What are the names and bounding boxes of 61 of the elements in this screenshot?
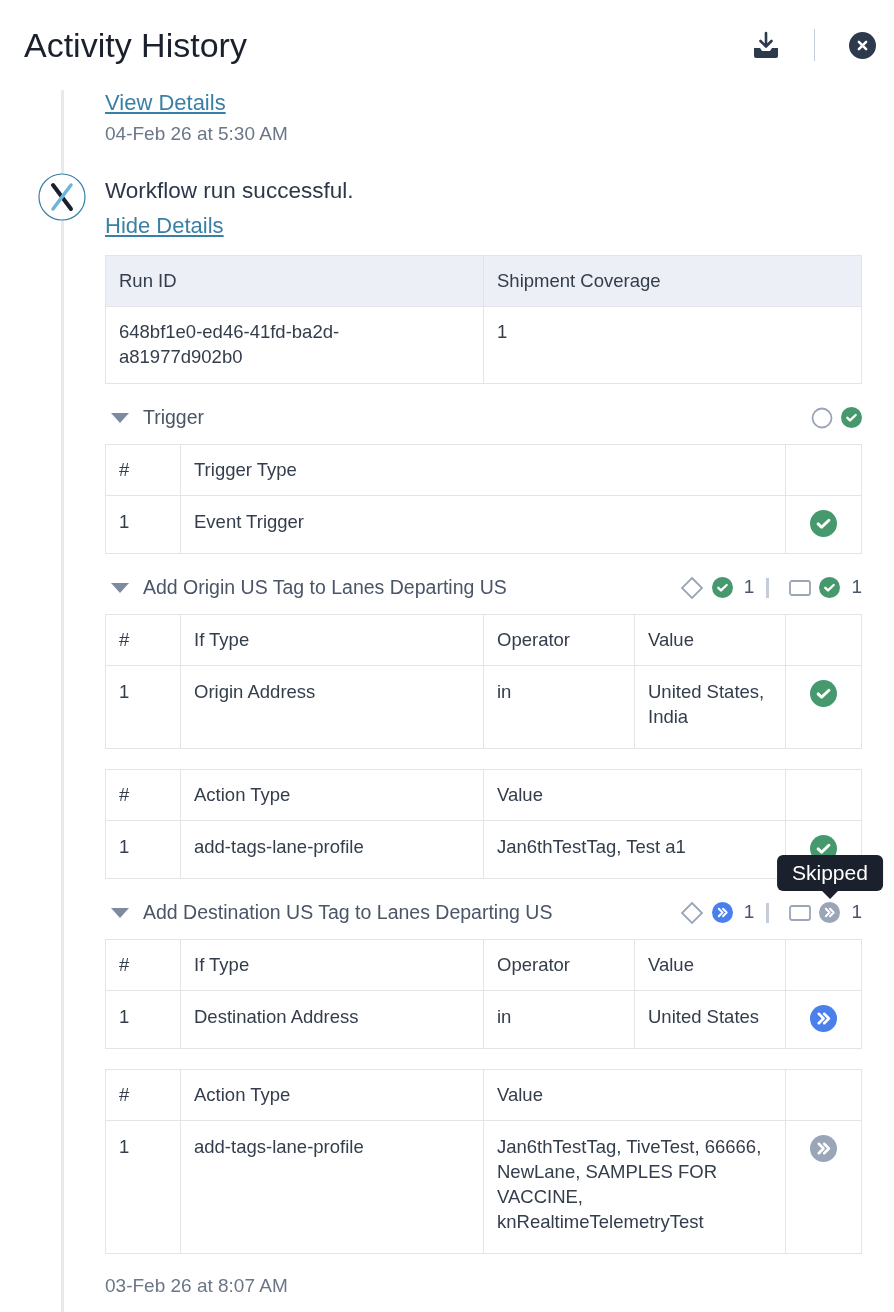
count: 1 — [743, 900, 755, 925]
section-title: Add Origin US Tag to Lanes Departing US — [143, 574, 507, 600]
table-cell: 1 — [106, 1120, 181, 1253]
count: 1 — [851, 900, 862, 925]
download-icon[interactable] — [752, 31, 780, 59]
table-cell: Event Trigger — [181, 495, 786, 553]
rectangle-icon — [789, 903, 812, 922]
column-header: Trigger Type — [181, 444, 786, 495]
panel-title: Activity History — [24, 24, 247, 66]
caret-down-icon[interactable] — [110, 906, 130, 919]
timestamp: 04-Feb 26 at 5:30 AM — [105, 122, 289, 146]
table-cell: in — [484, 990, 635, 1048]
column-header: Operator — [484, 939, 635, 990]
table-cell: add-tags-lane-profile — [181, 1120, 484, 1253]
column-header: # — [106, 614, 181, 665]
diamond-icon — [679, 575, 704, 600]
table-cell: 1 — [106, 820, 181, 878]
tooltip: Skipped — [777, 855, 883, 891]
table-cell: in — [484, 665, 635, 748]
column-header: # — [106, 444, 181, 495]
count: 1 — [743, 575, 755, 600]
hide-details-link[interactable]: Hide Details — [105, 212, 862, 239]
table-cell: Destination Address — [181, 990, 484, 1048]
table-cell-text: 1 — [497, 319, 509, 344]
table-cell: United States — [635, 990, 786, 1048]
rectangle-icon — [789, 578, 812, 597]
timestamp: 03-Feb 26 at 8:07 AM — [105, 1273, 289, 1298]
count: 1 — [851, 575, 862, 600]
tooltip-pointer-icon — [821, 891, 838, 899]
column-header: Shipment Coverage — [496, 268, 662, 293]
column-header: Value — [635, 614, 786, 665]
table-cell: United States, India — [635, 665, 786, 748]
diamond-icon — [679, 900, 704, 925]
column-header: # — [106, 769, 181, 820]
column-header: # — [106, 939, 181, 990]
column-header: Value — [635, 939, 786, 990]
logo-icon — [38, 172, 86, 221]
column-header: Action Type — [181, 1069, 484, 1120]
table-cell-text: 648bf1e0-ed46-41fd-ba2d-a81977d902b0 — [119, 319, 341, 369]
column-header: # — [106, 1069, 181, 1120]
close-icon[interactable] — [849, 31, 876, 59]
column-header: Value — [484, 769, 786, 820]
section-title: Add Destination US Tag to Lanes Departing US — [143, 899, 553, 925]
table-cell: 1 — [106, 495, 181, 553]
column-header: Action Type — [181, 769, 484, 820]
table-cell: 1 — [106, 990, 181, 1048]
column-header: Operator — [484, 614, 635, 665]
section-title: Trigger — [143, 404, 205, 430]
message: Workflow run successful. — [105, 176, 355, 205]
table-cell: add-tags-lane-profile — [181, 820, 484, 878]
table-cell: 1 — [106, 665, 181, 748]
caret-down-icon[interactable] — [110, 581, 130, 594]
view-details-link[interactable]: View Details — [105, 90, 862, 116]
column-header: Value — [484, 1069, 786, 1120]
column-header: If Type — [181, 939, 484, 990]
column-header: If Type — [181, 614, 484, 665]
empty-circle-icon — [811, 406, 833, 429]
table-cell: Jan6thTestTag, TiveTest, 66666, NewLane, SAMPLES FOR VACCINE, knRealtimeTelemetryTest — [484, 1120, 786, 1253]
caret-down-icon[interactable] — [110, 411, 130, 424]
column-header: Run ID — [106, 255, 484, 306]
table-cell: Origin Address — [181, 665, 484, 748]
